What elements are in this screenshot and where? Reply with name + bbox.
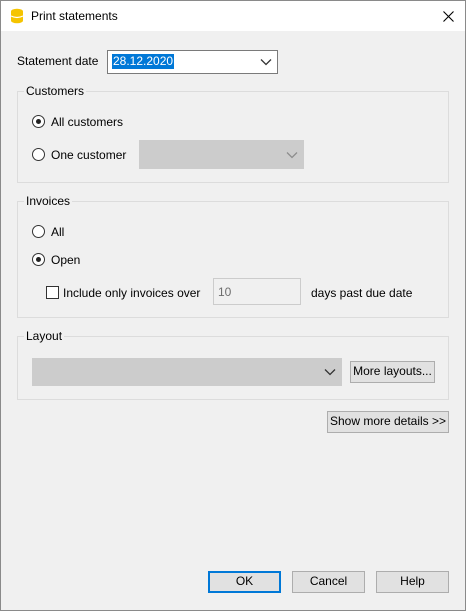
days-input[interactable]: 10 xyxy=(213,278,301,305)
customer-select[interactable] xyxy=(139,140,304,169)
help-button[interactable]: Help xyxy=(376,571,449,593)
title-bar: Print statements xyxy=(1,1,465,31)
statement-date-combo[interactable]: 28.12.2020 xyxy=(107,50,278,74)
chevron-down-icon[interactable] xyxy=(260,58,272,66)
close-button[interactable] xyxy=(437,5,459,27)
chevron-down-icon xyxy=(324,369,336,376)
statement-date-label: Statement date xyxy=(17,54,99,68)
show-more-details-button[interactable]: Show more details >> xyxy=(327,411,449,433)
layout-group-title: Layout xyxy=(24,329,65,343)
one-customer-radio[interactable] xyxy=(32,148,45,161)
include-only-checkbox[interactable] xyxy=(46,286,59,299)
customers-group: Customers xyxy=(17,84,449,183)
invoices-all-label[interactable]: All xyxy=(51,225,64,239)
cancel-button[interactable]: Cancel xyxy=(292,571,365,593)
print-statements-dialog: Print statements Statement date 28.12.20… xyxy=(0,0,466,611)
one-customer-label[interactable]: One customer xyxy=(51,148,126,162)
all-customers-radio[interactable] xyxy=(32,115,45,128)
invoices-open-label[interactable]: Open xyxy=(51,253,80,267)
invoices-all-radio[interactable] xyxy=(32,225,45,238)
days-suffix-label: days past due date xyxy=(311,286,413,300)
customers-group-title: Customers xyxy=(24,84,87,98)
all-customers-label[interactable]: All customers xyxy=(51,115,123,129)
days-input-value: 10 xyxy=(218,285,232,299)
ok-button[interactable]: OK xyxy=(208,571,281,593)
invoices-open-radio[interactable] xyxy=(32,253,45,266)
close-icon xyxy=(442,10,454,22)
include-only-label[interactable]: Include only invoices over xyxy=(63,286,200,300)
more-layouts-button[interactable]: More layouts... xyxy=(350,361,435,383)
statement-date-value[interactable]: 28.12.2020 xyxy=(112,54,175,69)
invoices-group-title: Invoices xyxy=(24,194,73,208)
chevron-down-icon xyxy=(286,151,298,158)
window-title: Print statements xyxy=(31,9,118,23)
layout-select[interactable] xyxy=(32,358,342,386)
app-icon xyxy=(10,8,24,24)
